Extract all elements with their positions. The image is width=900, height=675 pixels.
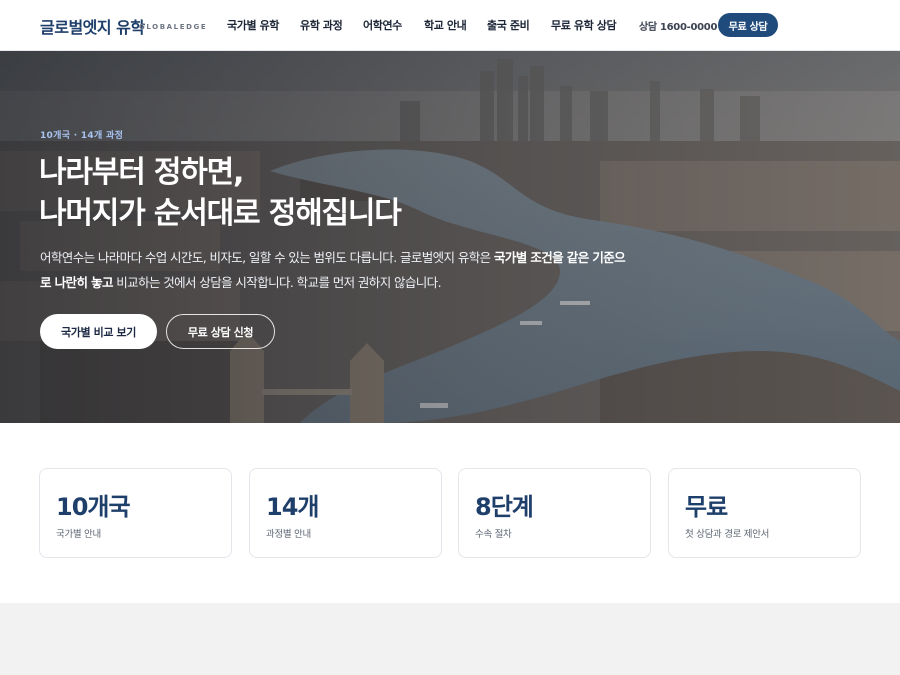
- nav-country-study[interactable]: 국가별 유학: [227, 17, 279, 33]
- apply-consult-button[interactable]: 무료 상담 신청: [166, 314, 275, 349]
- stat-label: 첫 상담과 경로 제안서: [685, 529, 770, 540]
- hero-title: 나라부터 정하면, 나머지가 순서대로 정해집니다: [39, 152, 402, 234]
- header-consult-button[interactable]: 무료 상담: [718, 13, 778, 37]
- stat-card-countries: 10개국 국가별 안내: [39, 468, 232, 558]
- nav-departure-prep[interactable]: 출국 준비: [487, 17, 530, 33]
- stat-card-steps: 8단계 수속 절차: [458, 468, 651, 558]
- stat-value: 8단계: [475, 493, 534, 521]
- nav-free-consult[interactable]: 무료 유학 상담: [551, 17, 617, 33]
- stats-section: 10개국 국가별 안내 14개 과정별 안내 8단계 수속 절차 무료 첫 상담…: [0, 423, 900, 603]
- hero-section: 10개국 · 14개 과정 나라부터 정하면, 나머지가 순서대로 정해집니다 …: [0, 51, 900, 423]
- phone-number[interactable]: 상담 1600-0000: [639, 18, 717, 33]
- nav-school-guide[interactable]: 학교 안내: [424, 17, 467, 33]
- compare-countries-button[interactable]: 국가별 비교 보기: [40, 314, 157, 349]
- logo[interactable]: 글로벌엣지 유학: [40, 14, 145, 38]
- hero-eyebrow: 10개국 · 14개 과정: [40, 131, 124, 141]
- hero-title-line-1: 나라부터 정하면,: [39, 155, 244, 190]
- nav-study-courses[interactable]: 유학 과정: [300, 17, 343, 33]
- hero-overlay: [0, 51, 900, 423]
- hero-title-line-2: 나머지가 순서대로 정해집니다: [39, 196, 402, 231]
- stat-label: 국가별 안내: [56, 529, 101, 540]
- stat-card-courses: 14개 과정별 안내: [249, 468, 442, 558]
- stat-label: 수속 절차: [475, 529, 512, 540]
- nav-language-course[interactable]: 어학연수: [363, 17, 402, 33]
- stat-label: 과정별 안내: [266, 529, 311, 540]
- hero-desc-text-1: 어학연수는 나라마다 수업 시간도, 비자도, 일할 수 있는 범위도 다릅니다…: [40, 250, 494, 265]
- stat-value: 14개: [266, 493, 319, 521]
- hero-description: 어학연수는 나라마다 수업 시간도, 비자도, 일할 수 있는 범위도 다릅니다…: [40, 245, 630, 295]
- hero-desc-text-2: 비교하는 것에서 상담을 시작합니다. 학교를 먼저 권하지 않습니다.: [112, 275, 441, 290]
- stat-card-free: 무료 첫 상담과 경로 제안서: [668, 468, 861, 558]
- site-header: 글로벌엣지 유학 GLOBALEDGE 국가별 유학 유학 과정 어학연수 학교…: [0, 0, 900, 51]
- stat-value: 무료: [685, 493, 728, 521]
- next-section: [0, 603, 900, 675]
- stat-value: 10개국: [56, 493, 131, 521]
- logo-subtitle: GLOBALEDGE: [139, 23, 208, 31]
